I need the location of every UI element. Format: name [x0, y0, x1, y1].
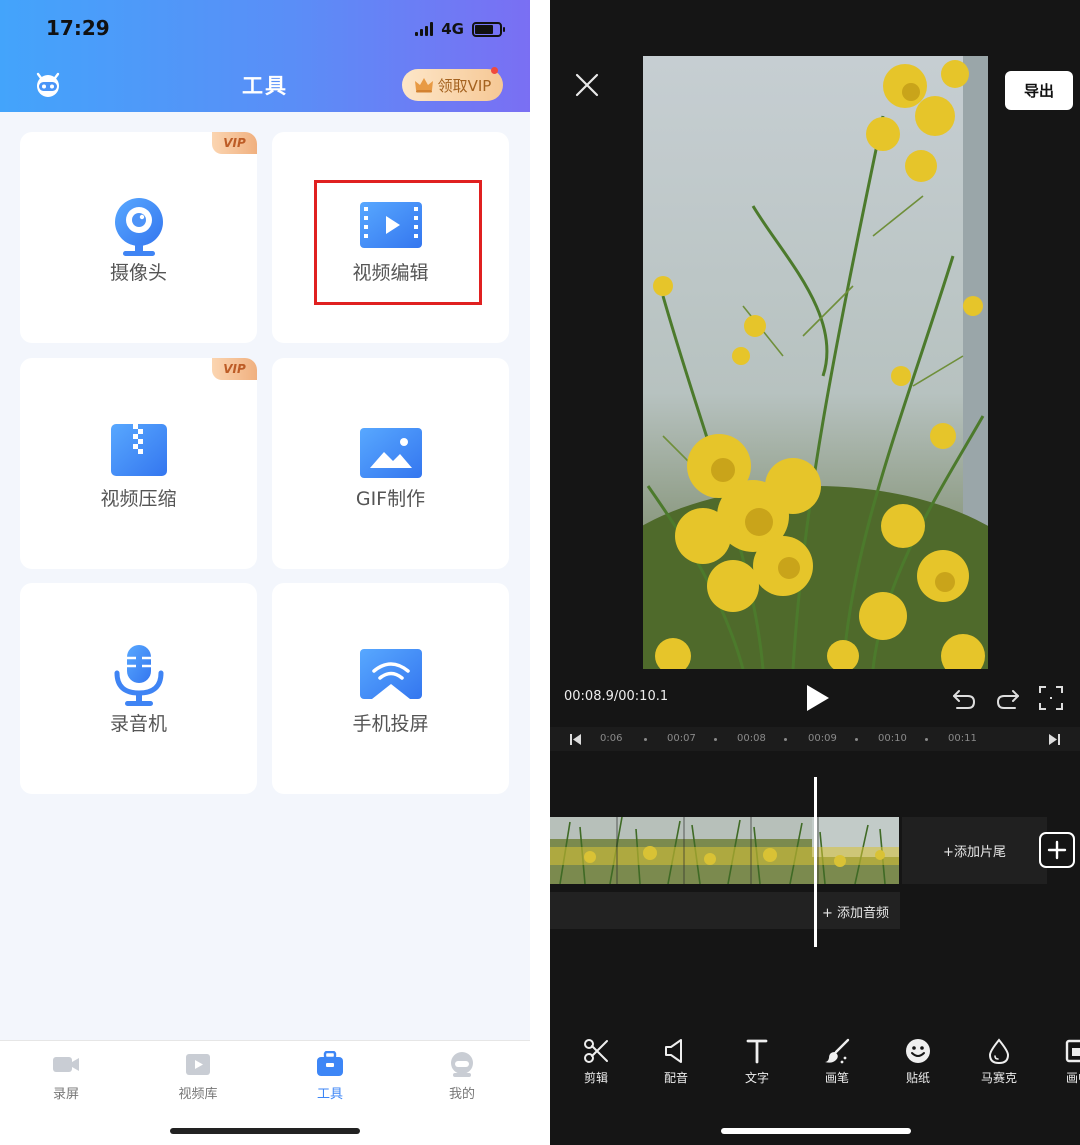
tab-me[interactable]: 我的 — [417, 1051, 507, 1102]
tab-record[interactable]: 录屏 — [21, 1051, 111, 1102]
timeline-ruler[interactable]: 0:06 00:07 00:08 00:09 00:10 00:11 — [550, 727, 1080, 751]
tool-card-webcam[interactable]: VIP 摄像头 — [20, 132, 257, 343]
highlight-box — [314, 180, 482, 305]
cast-screen-icon — [360, 649, 422, 699]
speaker-icon — [665, 1039, 682, 1063]
tab-label: 视频库 — [178, 1087, 218, 1102]
header-bar: 17:29 4G 工具 领取VIP — [0, 0, 530, 112]
tab-label: 工具 — [316, 1087, 343, 1102]
tools-screen: 17:29 4G 工具 领取VIP VIP 摄像头 视频编辑 VIP 视频压缩 … — [0, 0, 530, 1145]
tool-label: 贴纸 — [905, 1071, 930, 1085]
tool-label: 画中 — [1065, 1071, 1080, 1085]
clip-thumbnails — [550, 817, 899, 884]
tool-picture-in-picture[interactable]: 画中 — [1048, 1037, 1080, 1086]
add-clip-button[interactable] — [1039, 832, 1075, 868]
mosaic-drop-icon — [988, 1038, 1010, 1065]
tab-label: 录屏 — [52, 1087, 79, 1102]
notification-dot — [491, 67, 498, 74]
panel-divider — [530, 0, 550, 1145]
video-camera-icon — [53, 1057, 79, 1072]
add-audio-button[interactable]: + 添加音频 — [822, 902, 889, 921]
video-library-icon — [186, 1054, 210, 1075]
status-time: 17:29 — [46, 16, 110, 40]
toolbox-icon — [317, 1050, 343, 1076]
ruler-dot — [714, 738, 717, 741]
tool-label: 手机投屏 — [352, 713, 429, 735]
tool-label: 马赛克 — [980, 1071, 1017, 1085]
tool-card-screen-cast[interactable]: 手机投屏 — [272, 583, 509, 794]
ruler-tick: 00:10 — [878, 733, 907, 744]
ruler-tick: 00:09 — [808, 733, 837, 744]
skip-start-icon[interactable] — [570, 734, 582, 745]
close-icon[interactable] — [574, 72, 600, 98]
tab-label: 我的 — [448, 1087, 475, 1102]
tab-video-library[interactable]: 视频库 — [153, 1051, 243, 1102]
picture-in-picture-icon — [1065, 1039, 1080, 1063]
tool-dub[interactable]: 配音 — [646, 1037, 706, 1086]
ruler-dot — [784, 738, 787, 741]
ruler-dot — [855, 738, 858, 741]
tool-label: GIF制作 — [355, 488, 426, 510]
webcam-icon — [115, 198, 163, 256]
brush-icon — [825, 1038, 850, 1064]
tool-label: 录音机 — [109, 713, 167, 735]
audio-track[interactable]: + 添加音频 — [550, 892, 900, 929]
tool-text[interactable]: 文字 — [727, 1037, 787, 1086]
fullscreen-icon[interactable] — [1038, 685, 1064, 711]
network-label: 4G — [441, 20, 464, 38]
tool-sticker[interactable]: 贴纸 — [888, 1037, 948, 1086]
ruler-dot — [644, 738, 647, 741]
skip-end-icon[interactable] — [1048, 734, 1060, 745]
tool-cut[interactable]: 剪辑 — [566, 1037, 626, 1086]
microphone-icon — [114, 645, 164, 706]
ruler-tick: 00:11 — [948, 733, 977, 744]
signal-icon — [415, 22, 434, 36]
image-icon — [360, 428, 422, 478]
tool-card-gif[interactable]: GIF制作 — [272, 358, 509, 569]
status-icons: 4G — [415, 20, 505, 38]
claim-vip-label: 领取VIP — [437, 76, 492, 95]
time-readout: 00:08.9/00:10.1 — [564, 689, 669, 704]
home-indicator — [721, 1128, 911, 1134]
ruler-dot — [925, 738, 928, 741]
ruler-tick: 00:08 — [737, 733, 766, 744]
video-editor-screen: 导出 00:08.9/00:10.1 0:06 00:07 00:08 00:0… — [550, 0, 1080, 1145]
tool-label: 画笔 — [824, 1071, 849, 1085]
vip-tag: VIP — [212, 132, 257, 154]
home-indicator — [170, 1128, 360, 1134]
tool-mosaic[interactable]: 马赛克 — [969, 1037, 1029, 1086]
tool-brush[interactable]: 画笔 — [807, 1037, 867, 1086]
flower-video-frame — [643, 56, 988, 669]
tool-label: 文字 — [744, 1071, 769, 1085]
plus-icon — [1047, 840, 1067, 860]
tool-label: 剪辑 — [583, 1071, 608, 1085]
battery-icon — [472, 21, 505, 37]
ruler-tick: 0:06 — [600, 733, 623, 744]
video-clip-track[interactable] — [550, 817, 899, 884]
tool-label: 配音 — [663, 1071, 688, 1085]
redo-icon[interactable] — [995, 685, 1021, 711]
crown-icon — [414, 78, 433, 93]
user-icon — [451, 1052, 473, 1077]
add-ending-button[interactable]: +添加片尾 — [902, 817, 1047, 884]
export-button[interactable]: 导出 — [1005, 71, 1073, 110]
text-icon — [746, 1039, 768, 1064]
vip-tag: VIP — [212, 358, 257, 380]
tab-tools[interactable]: 工具 — [285, 1050, 375, 1102]
play-icon[interactable] — [803, 683, 831, 713]
zip-file-icon — [111, 424, 167, 476]
tool-label: 视频压缩 — [100, 488, 177, 510]
tool-card-video-compress[interactable]: VIP 视频压缩 — [20, 358, 257, 569]
sticker-icon — [906, 1039, 930, 1063]
ruler-tick: 00:07 — [667, 733, 696, 744]
scissors-icon — [584, 1039, 608, 1063]
video-preview[interactable] — [643, 56, 988, 669]
tool-card-recorder[interactable]: 录音机 — [20, 583, 257, 794]
undo-icon[interactable] — [951, 685, 977, 711]
playhead[interactable] — [814, 777, 817, 947]
tool-label: 摄像头 — [109, 262, 167, 284]
claim-vip-button[interactable]: 领取VIP — [402, 67, 503, 101]
